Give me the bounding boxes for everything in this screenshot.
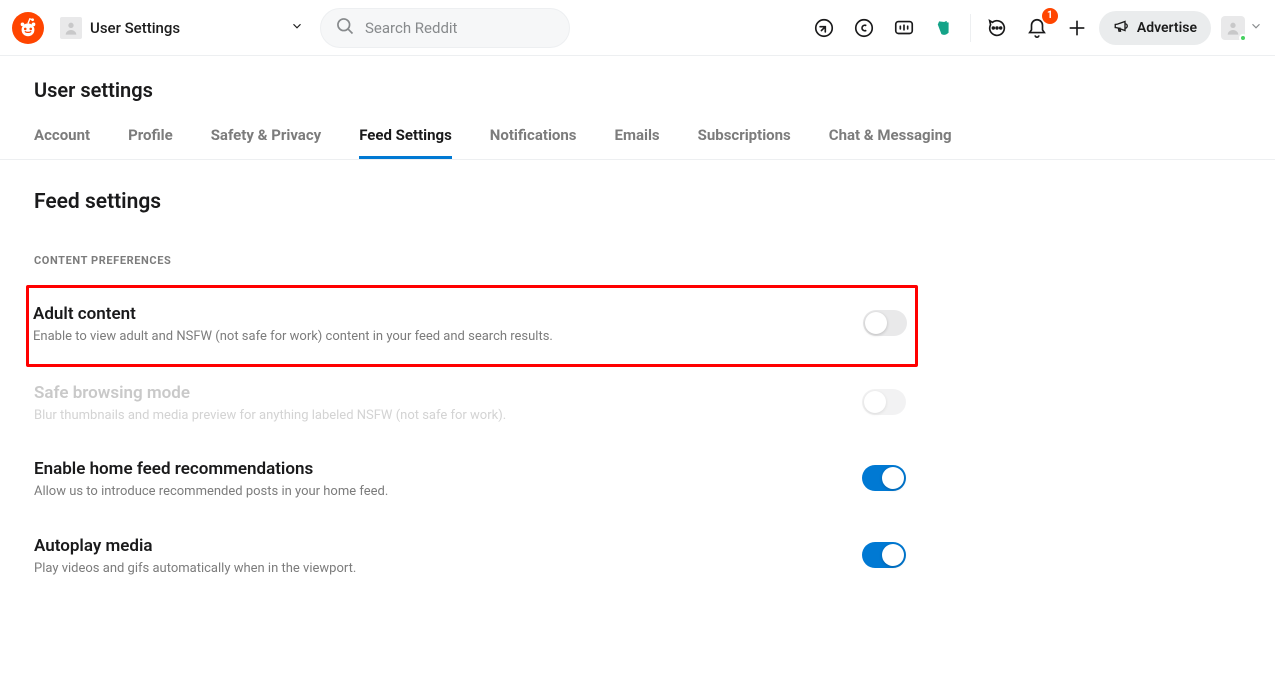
toggle-knob: [865, 312, 887, 334]
setting-title: Adult content: [33, 304, 839, 324]
notifications-icon[interactable]: 1: [1019, 10, 1055, 46]
tab-feed-settings[interactable]: Feed Settings: [359, 126, 452, 159]
chevron-down-icon: [1249, 18, 1263, 37]
toggle[interactable]: [862, 542, 906, 568]
tab-emails[interactable]: Emails: [615, 126, 660, 159]
group-label: CONTENT PREFERENCES: [34, 254, 906, 267]
toggle[interactable]: [863, 310, 907, 336]
setting-text: Enable home feed recommendations Allow us…: [34, 459, 838, 501]
user-avatar: [1221, 16, 1245, 40]
toggle-knob: [882, 544, 904, 566]
setting-title: Autoplay media: [34, 536, 838, 556]
settings-list: Adult content Enable to view adult and NS…: [34, 285, 906, 596]
page-title: User settings: [34, 78, 1241, 102]
advertise-button[interactable]: Advertise: [1099, 11, 1211, 45]
setting-text: Adult content Enable to view adult and NS…: [33, 304, 839, 346]
setting-desc: Allow us to introduce recommended posts …: [34, 483, 838, 501]
setting-row: Enable home feed recommendations Allow us…: [34, 443, 906, 519]
mod-shield-icon[interactable]: [926, 10, 962, 46]
setting-row: Autoplay media Play videos and gifs autom…: [34, 520, 906, 596]
search-icon: [335, 16, 355, 40]
advertise-label: Advertise: [1137, 20, 1197, 36]
highlight-box: Adult content Enable to view adult and NS…: [26, 285, 918, 367]
presence-indicator: [1239, 34, 1247, 42]
setting-desc: Play videos and gifs automatically when …: [34, 560, 838, 578]
setting-title: Safe browsing mode: [34, 383, 838, 403]
megaphone-icon: [1113, 17, 1131, 39]
tab-notifications[interactable]: Notifications: [490, 126, 577, 159]
section-title: Feed settings: [34, 190, 906, 214]
search-input[interactable]: [365, 19, 555, 37]
talk-icon[interactable]: [886, 10, 922, 46]
setting-row: Adult content Enable to view adult and NS…: [33, 288, 907, 364]
setting-row: Safe browsing mode Blur thumbnails and me…: [34, 367, 906, 443]
setting-desc: Enable to view adult and NSFW (not safe …: [33, 328, 839, 346]
chat-icon[interactable]: [979, 10, 1015, 46]
toggle-knob: [864, 391, 886, 413]
search-field[interactable]: [320, 8, 570, 48]
settings-content: Feed settings CONTENT PREFERENCES Adult …: [0, 160, 940, 596]
setting-title: Enable home feed recommendations: [34, 459, 838, 479]
setting-text: Autoplay media Play videos and gifs autom…: [34, 536, 838, 578]
header-icons: 1 Advertise: [806, 10, 1263, 46]
settings-header: User settings Account Profile Safety & Pri…: [0, 56, 1275, 160]
logo-group: [12, 12, 44, 44]
setting-desc: Blur thumbnails and media preview for an…: [34, 407, 838, 425]
create-post-icon[interactable]: [1059, 10, 1095, 46]
divider: [970, 14, 971, 42]
community-label: User Settings: [90, 19, 282, 37]
setting-text: Safe browsing mode Blur thumbnails and me…: [34, 383, 838, 425]
settings-tabs: Account Profile Safety & Privacy Feed Setti…: [34, 126, 1241, 159]
popular-icon[interactable]: [806, 10, 842, 46]
tab-safety-privacy[interactable]: Safety & Privacy: [211, 126, 322, 159]
toggle-knob: [882, 467, 904, 489]
toggle: [862, 389, 906, 415]
notification-badge: 1: [1042, 8, 1058, 24]
tab-profile[interactable]: Profile: [128, 126, 173, 159]
app-header: User Settings 1: [0, 0, 1275, 56]
reddit-logo[interactable]: [12, 12, 44, 44]
tab-subscriptions[interactable]: Subscriptions: [698, 126, 791, 159]
tab-chat-messaging[interactable]: Chat & Messaging: [829, 126, 952, 159]
chevron-down-icon: [290, 18, 304, 37]
tab-account[interactable]: Account: [34, 126, 90, 159]
user-avatar-small: [60, 17, 82, 39]
user-menu[interactable]: [1221, 16, 1263, 40]
toggle[interactable]: [862, 465, 906, 491]
coin-icon[interactable]: [846, 10, 882, 46]
community-switcher[interactable]: User Settings: [52, 13, 312, 43]
